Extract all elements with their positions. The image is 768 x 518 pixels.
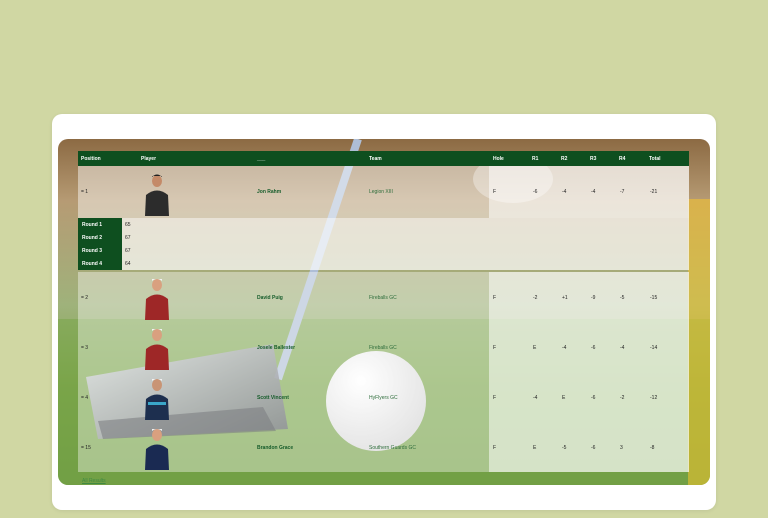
position-cell: = 3 [81,345,89,351]
all-results-link[interactable]: All Results [82,478,106,484]
round-row: Round 1 65 [78,218,689,231]
avatar-icon [145,379,169,420]
position-cell: = 2 [81,295,89,301]
round-2-cell: E [562,395,566,401]
team-name[interactable]: Southern Guards GC [369,445,416,451]
round-3-cell: -6 [591,445,596,451]
avatar-icon [145,429,169,470]
avatar-icon [145,174,169,216]
team-name[interactable]: Fireballs GC [369,295,397,301]
position-cell: = 1 [81,189,89,195]
score-columns-panel [489,422,689,472]
round-2-cell: -5 [562,445,567,451]
round-3-cell: -6 [591,345,596,351]
column-header[interactable]: R3 [590,156,596,162]
score-columns-panel [489,322,689,372]
round-row: Round 3 67 [78,244,689,257]
round-4-cell: 3 [620,445,623,451]
column-header[interactable]: Position [81,156,101,162]
round-1-cell: E [533,445,537,451]
round-1-cell: -2 [533,295,538,301]
round-2-cell: -4 [562,189,567,195]
total-cell: -14 [650,345,658,351]
column-header[interactable]: Hole [493,156,504,162]
position-cell: = 15 [81,445,91,451]
round-label: Round 1 [78,218,122,231]
round-score: 67 [125,235,131,241]
column-header[interactable]: Player [141,156,156,162]
round-1-cell: -4 [533,395,538,401]
avatar-icon [145,279,169,320]
round-label: Round 2 [78,231,122,244]
table-row[interactable]: = 4 Scott Vincent HyFlyers GC F -4 E -6 … [78,372,689,422]
round-label: Round 3 [78,244,122,257]
round-4-cell: -5 [620,295,625,301]
total-cell: -15 [650,295,658,301]
table-header: Position Player ___ Team Hole R1 R2 R3 R… [78,151,689,166]
position-cell: = 4 [81,395,89,401]
round-3-cell: -9 [591,295,596,301]
table-row[interactable]: = 2 David Puig Fireballs GC F -2 +1 -9 -… [78,272,689,322]
round-4-cell: -7 [620,189,625,195]
hole-cell: F [493,189,497,195]
total-cell: -8 [650,445,655,451]
hole-cell: F [493,345,497,351]
round-score: 67 [125,248,131,254]
round-1-cell: -6 [533,189,538,195]
player-name[interactable]: Scott Vincent [257,395,289,401]
round-1-cell: E [533,345,537,351]
total-cell: -21 [650,189,658,195]
round-2-cell: +1 [562,295,568,301]
column-header[interactable]: Team [369,156,382,162]
player-name[interactable]: David Puig [257,295,283,301]
round-score: 64 [125,261,131,267]
leaderboard-table: Position Player ___ Team Hole R1 R2 R3 R… [78,151,689,472]
page: Position Player ___ Team Hole R1 R2 R3 R… [0,0,768,518]
round-row: Round 4 64 [78,257,689,270]
column-header[interactable]: R4 [619,156,625,162]
team-name[interactable]: Fireballs GC [369,345,397,351]
score-columns-panel [489,166,689,218]
player-name[interactable]: Josele Ballester [257,345,295,351]
score-columns-panel [489,272,689,322]
round-4-cell: -4 [620,345,625,351]
round-row: Round 2 67 [78,231,689,244]
round-3-cell: -6 [591,395,596,401]
hole-cell: F [493,445,497,451]
round-4-cell: -2 [620,395,625,401]
total-cell: -12 [650,395,658,401]
round-breakdown: Round 1 65 Round 2 67 Round 3 67 Round 4… [78,218,689,270]
player-name[interactable]: Jon Rahm [257,189,281,195]
round-score: 65 [125,222,131,228]
team-name[interactable]: HyFlyers GC [369,395,398,401]
column-header[interactable]: R1 [532,156,538,162]
table-row[interactable]: = 3 Josele Ballester Fireballs GC F E -4… [78,322,689,372]
column-header[interactable]: Total [649,156,661,162]
table-row[interactable]: = 15 Brandon Grace Southern Guards GC F … [78,422,689,472]
table-row[interactable]: = 1 Jon Rahm Legion XIII F -6 -4 -4 -7 -… [78,166,689,218]
column-header[interactable]: R2 [561,156,567,162]
column-header[interactable]: ___ [257,156,265,162]
player-name[interactable]: Brandon Grace [257,445,293,451]
score-columns-panel [489,372,689,422]
round-2-cell: -4 [562,345,567,351]
round-3-cell: -4 [591,189,596,195]
hole-cell: F [493,395,497,401]
team-name[interactable]: Legion XIII [369,189,393,195]
hole-cell: F [493,295,497,301]
avatar-icon [145,329,169,370]
round-label: Round 4 [78,257,122,270]
